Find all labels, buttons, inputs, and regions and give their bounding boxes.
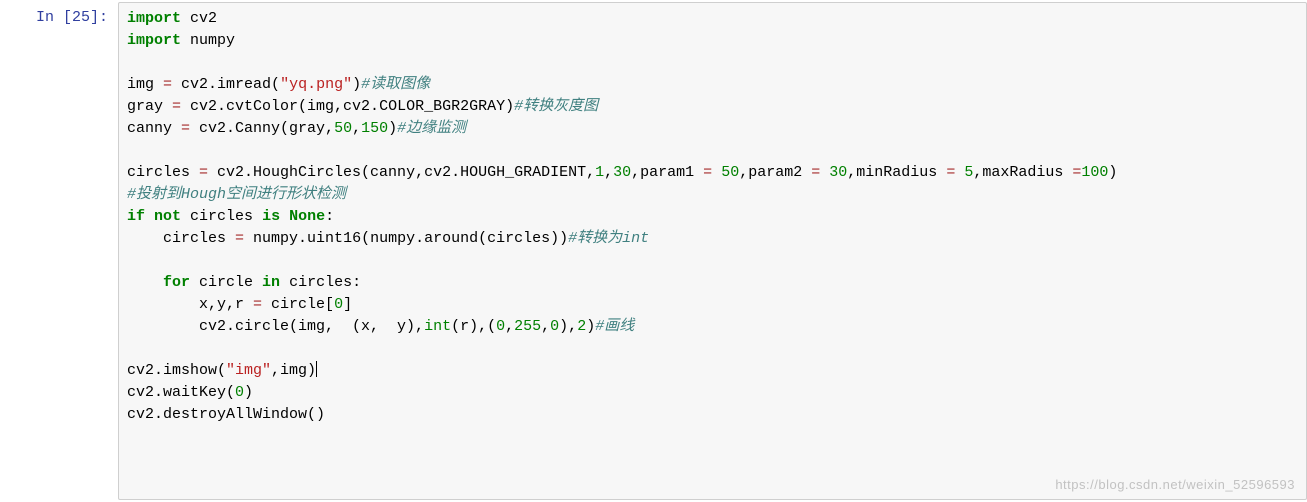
code-line: canny = cv2.Canny(gray,50,150)#边缘监测	[127, 118, 1298, 140]
code-line	[127, 140, 1298, 162]
code-line: cv2.waitKey(0)	[127, 382, 1298, 404]
prompt-number: [25]:	[63, 9, 108, 26]
code-line: x,y,r = circle[0]	[127, 294, 1298, 316]
code-line: if not circles is None:	[127, 206, 1298, 228]
prompt-in-label: In	[36, 9, 63, 26]
code-line: circles = cv2.HoughCircles(canny,cv2.HOU…	[127, 162, 1298, 184]
input-prompt: In [25]:	[0, 2, 118, 500]
code-line: for circle in circles:	[127, 272, 1298, 294]
code-line	[127, 338, 1298, 360]
code-line: #投射到Hough空间进行形状检测	[127, 184, 1298, 206]
code-line: cv2.circle(img, (x, y),int(r),(0,255,0),…	[127, 316, 1298, 338]
code-editor[interactable]: import cv2import numpy img = cv2.imread("…	[118, 2, 1307, 500]
code-line: img = cv2.imread("yq.png")#读取图像	[127, 74, 1298, 96]
code-line: gray = cv2.cvtColor(img,cv2.COLOR_BGR2GR…	[127, 96, 1298, 118]
code-line: import cv2	[127, 8, 1298, 30]
text-cursor	[316, 361, 317, 377]
code-line: circles = numpy.uint16(numpy.around(circ…	[127, 228, 1298, 250]
watermark-text: https://blog.csdn.net/weixin_52596593	[1055, 474, 1295, 496]
code-line: import numpy	[127, 30, 1298, 52]
code-line: cv2.imshow("img",img)	[127, 360, 1298, 382]
code-line	[127, 250, 1298, 272]
code-line	[127, 52, 1298, 74]
code-line: cv2.destroyAllWindow()	[127, 404, 1298, 426]
notebook-cell: In [25]: import cv2import numpy img = cv2…	[0, 0, 1307, 502]
